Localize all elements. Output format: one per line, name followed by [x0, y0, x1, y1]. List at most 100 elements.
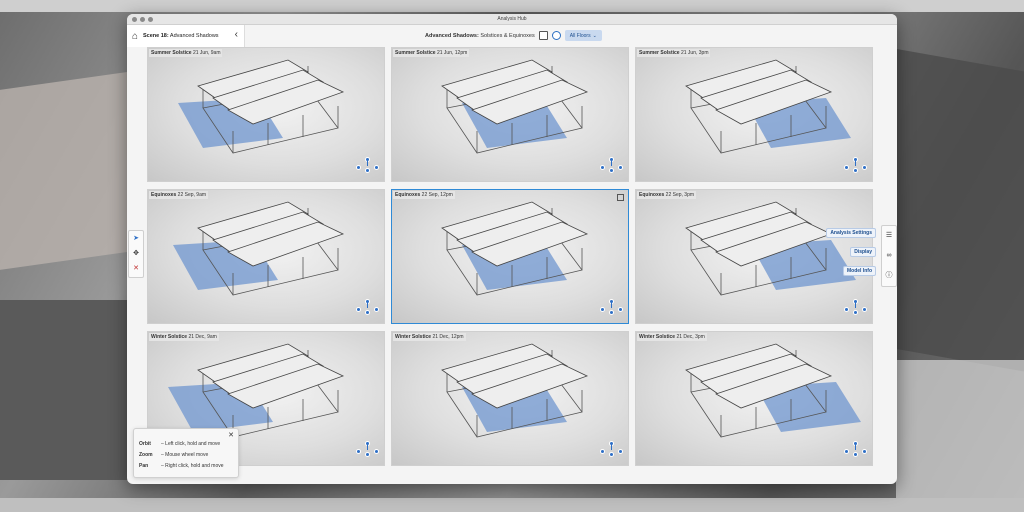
cell-label: Winter Solstice 21 Dec, 9am: [149, 333, 219, 341]
close-icon[interactable]: ✕: [228, 431, 234, 439]
cell-label-datetime: 21 Jun, 9am: [191, 50, 221, 56]
cell-label: Winter Solstice 21 Dec, 3pm: [637, 333, 707, 341]
scene-selector: ⌂ Scene 18: Advanced Shadows ‹: [127, 25, 245, 47]
shadow-view-cell[interactable]: Equinoxes 22 Sep, 9am: [147, 189, 385, 324]
cell-label: Summer Solstice 21 Jun, 9am: [149, 49, 223, 57]
backdrop-building: [0, 300, 130, 480]
chevron-left-icon[interactable]: ‹: [235, 30, 238, 40]
scene-name: Advanced Shadows: [169, 33, 219, 39]
square-view-icon[interactable]: [538, 31, 548, 40]
cell-label: Equinoxes 22 Sep, 3pm: [637, 191, 697, 199]
cell-label-datetime: 21 Dec, 3pm: [675, 334, 705, 340]
building-model-view[interactable]: [148, 190, 385, 324]
floors-dropdown[interactable]: All Floors ⌄: [564, 30, 602, 41]
building-model-view[interactable]: [392, 332, 629, 466]
building-model-view[interactable]: [392, 48, 629, 182]
home-icon[interactable]: ⌂: [127, 25, 143, 47]
backdrop-building: [896, 360, 1024, 500]
cell-label: Equinoxes 22 Sep, 9am: [149, 191, 209, 199]
cell-label-season: Summer Solstice: [639, 50, 680, 56]
analysis-settings-label[interactable]: Analysis Settings: [826, 228, 876, 238]
glasses-icon[interactable]: ∞: [887, 252, 892, 260]
help-description: – Left click, hold and move: [161, 440, 221, 447]
cell-label: Summer Solstice 21 Jun, 12pm: [393, 49, 470, 57]
window-title: Analysis Hub: [497, 16, 527, 22]
host-app-toolbar: [0, 0, 1024, 12]
building-model-view[interactable]: [636, 48, 873, 182]
shadow-view-cell[interactable]: Winter Solstice 21 Dec, 12pm: [391, 331, 629, 466]
help-key: Zoom: [139, 451, 153, 458]
cell-label: Equinoxes 22 Sep, 12pm: [393, 191, 455, 199]
shadow-view-cell[interactable]: Equinoxes 22 Sep, 12pm: [391, 189, 629, 324]
view-navigator-icon[interactable]: [600, 441, 624, 457]
view-navigator-icon[interactable]: [356, 299, 380, 315]
cell-label-season: Winter Solstice: [151, 334, 188, 340]
clock-icon[interactable]: [551, 31, 561, 40]
shadow-view-cell[interactable]: Summer Solstice 21 Jun, 9am: [147, 47, 385, 182]
cell-label-datetime: 22 Sep, 9am: [176, 192, 207, 198]
host-app-statusbar: [0, 498, 1024, 512]
display-label[interactable]: Display: [850, 247, 876, 257]
shadow-views-grid: Summer Solstice 21 Jun, 9am Summer Solsti…: [147, 47, 874, 466]
help-key: Orbit: [139, 440, 151, 447]
mode-subtitle: Solstices & Equinoxes: [480, 32, 535, 39]
floors-dropdown-label: All Floors: [569, 32, 591, 39]
shadow-view-cell[interactable]: Winter Solstice 21 Dec, 3pm: [635, 331, 873, 466]
cell-label-season: Equinoxes: [151, 192, 177, 198]
building-model-view[interactable]: [392, 190, 629, 324]
model-info-label[interactable]: Model Info: [843, 266, 876, 276]
backdrop-building: [0, 70, 140, 270]
cell-label-season: Winter Solstice: [395, 334, 432, 340]
scene-prefix: Scene 18:: [143, 33, 169, 39]
mode-controls: Advanced Shadows: Solstices & Equinoxes …: [425, 30, 602, 41]
right-panel-labels: Analysis Settings Display Model Info: [822, 228, 876, 276]
cell-label-datetime: 21 Jun, 3pm: [679, 50, 709, 56]
top-toolbar: ⌂ Scene 18: Advanced Shadows ‹ Advanced …: [127, 25, 897, 47]
shadow-view-cell[interactable]: Summer Solstice 21 Jun, 3pm: [635, 47, 873, 182]
chevron-down-icon: ⌄: [592, 32, 597, 39]
cell-label: Summer Solstice 21 Jun, 3pm: [637, 49, 711, 57]
backdrop-building: [894, 48, 1024, 372]
building-model-view[interactable]: [148, 48, 385, 182]
help-key: Pan: [139, 462, 149, 469]
view-navigator-icon[interactable]: [844, 157, 868, 173]
expand-icon[interactable]: [617, 194, 624, 201]
cross-tool-icon[interactable]: ✕: [133, 265, 139, 273]
cell-label-datetime: 21 Jun, 12pm: [435, 50, 468, 56]
mode-title-bold: Advanced Shadows:: [425, 32, 479, 39]
help-row: Zoom – Mouse wheel move: [139, 449, 233, 460]
select-arrow-icon[interactable]: ➤: [133, 235, 139, 243]
view-navigator-icon[interactable]: [356, 157, 380, 173]
shadow-view-cell[interactable]: Summer Solstice 21 Jun, 12pm: [391, 47, 629, 182]
cell-label-datetime: 22 Sep, 3pm: [664, 192, 695, 198]
cell-label-season: Equinoxes: [639, 192, 665, 198]
window-titlebar: Analysis Hub: [127, 14, 897, 25]
help-description: – Right click, hold and move: [161, 462, 224, 469]
view-navigator-icon[interactable]: [356, 441, 380, 457]
right-tools: ☰ ∞ ⓘ: [881, 225, 897, 287]
orbit-icon[interactable]: ✥: [133, 250, 139, 258]
cell-label-season: Summer Solstice: [395, 50, 436, 56]
view-navigator-icon[interactable]: [600, 299, 624, 315]
view-navigator-icon[interactable]: [600, 157, 624, 173]
view-navigator-icon[interactable]: [844, 299, 868, 315]
cell-label-season: Winter Solstice: [639, 334, 676, 340]
help-rows: Orbit – Left click, hold and move Zoom – Mo…: [139, 438, 233, 471]
help-description: – Mouse wheel move: [161, 451, 209, 458]
analysis-hub-window: Analysis Hub ⌂ Scene 18: Advanced Shadow…: [127, 14, 897, 484]
view-navigator-icon[interactable]: [844, 441, 868, 457]
cell-label-datetime: 21 Dec, 12pm: [431, 334, 464, 340]
building-model-view[interactable]: [636, 332, 873, 466]
cell-label-datetime: 22 Sep, 12pm: [420, 192, 453, 198]
navigation-help-panel: ✕ Orbit – Left click, hold and move Zoom – …: [133, 428, 239, 478]
cell-label: Winter Solstice 21 Dec, 12pm: [393, 333, 466, 341]
scene-title: Scene 18: Advanced Shadows: [143, 33, 219, 39]
info-icon[interactable]: ⓘ: [886, 272, 893, 280]
cell-label-season: Equinoxes: [395, 192, 421, 198]
cell-label-season: Summer Solstice: [151, 50, 192, 56]
cell-label-datetime: 21 Dec, 9am: [187, 334, 217, 340]
navigation-tools: ➤ ✥ ✕: [128, 230, 144, 278]
help-row: Pan – Right click, hold and move: [139, 460, 233, 471]
mode-title: Advanced Shadows: Solstices & Equinoxes: [425, 33, 535, 39]
sliders-icon[interactable]: ☰: [886, 232, 892, 240]
